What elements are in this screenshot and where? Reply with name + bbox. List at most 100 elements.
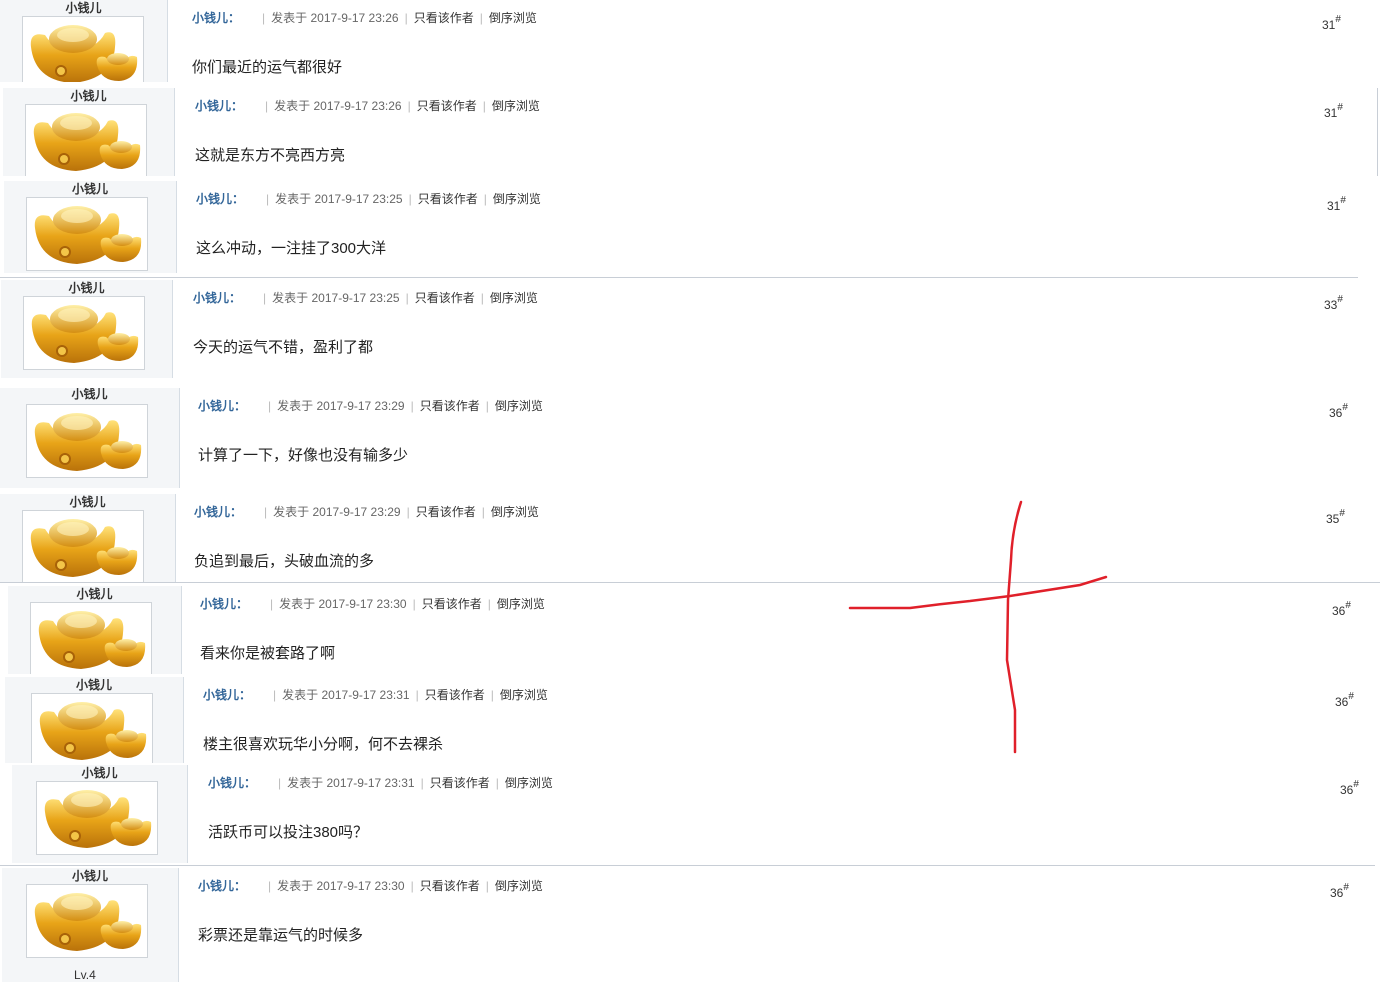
- post-content: 彩票还是靠运气的时候多: [198, 927, 364, 944]
- floor-number[interactable]: 36#: [1330, 882, 1349, 901]
- post-content: 负追到最后，头破血流的多: [194, 553, 375, 570]
- post-time: 2017-9-17 23:26: [310, 11, 399, 25]
- post-meta: 小钱儿： | 发表于 2017-9-17 23:26 | 只看该作者 | 倒序浏览: [192, 11, 537, 25]
- floor-number[interactable]: 36#: [1329, 402, 1348, 421]
- post-time: 2017-9-17 23:25: [311, 291, 400, 305]
- post-author-panel: 小钱儿: [0, 0, 168, 82]
- only-author-link[interactable]: 只看该作者: [422, 597, 482, 611]
- gold-ingot-icon: [34, 413, 142, 471]
- post-author-panel: 小钱儿: [1, 280, 173, 378]
- reverse-view-link[interactable]: 倒序浏览: [505, 776, 553, 790]
- only-author-link[interactable]: 只看该作者: [420, 399, 480, 413]
- floor-number[interactable]: 36#: [1332, 600, 1351, 619]
- author-name[interactable]: 小钱儿: [5, 678, 183, 692]
- author-name[interactable]: 小钱儿: [8, 587, 181, 601]
- post-time: 2017-9-17 23:30: [318, 597, 407, 611]
- post-author-panel: 小钱儿: [0, 388, 180, 488]
- post-username[interactable]: 小钱儿：: [192, 11, 240, 25]
- post-card: 小钱儿 小钱儿： | 发表于 2017-9-17 23:30 | 只看该作者 | 倒序浏览 …: [8, 586, 1368, 674]
- gold-ingot-icon: [34, 206, 142, 264]
- floor-number[interactable]: 31#: [1322, 14, 1341, 33]
- divider: [0, 277, 1358, 278]
- author-name[interactable]: 小钱儿: [0, 1, 167, 15]
- only-author-link[interactable]: 只看该作者: [416, 505, 476, 519]
- avatar[interactable]: [26, 197, 148, 271]
- floor-number[interactable]: 35#: [1326, 508, 1345, 527]
- floor-number[interactable]: 31#: [1324, 102, 1343, 121]
- author-name[interactable]: 小钱儿: [0, 495, 175, 509]
- post-author-panel: 小钱儿: [5, 677, 184, 763]
- gold-ingot-icon: [30, 519, 138, 577]
- gold-ingot-icon: [39, 702, 147, 760]
- author-name[interactable]: 小钱儿: [0, 388, 179, 401]
- only-author-link[interactable]: 只看该作者: [430, 776, 490, 790]
- author-name[interactable]: 小钱儿: [2, 869, 178, 883]
- post-author-panel: 小钱儿 Lv.4: [2, 868, 179, 982]
- only-author-link[interactable]: 只看该作者: [418, 192, 478, 206]
- only-author-link[interactable]: 只看该作者: [415, 291, 475, 305]
- avatar[interactable]: [26, 404, 148, 478]
- only-author-link[interactable]: 只看该作者: [414, 11, 474, 25]
- post-username[interactable]: 小钱儿：: [193, 291, 241, 305]
- post-username[interactable]: 小钱儿：: [200, 597, 248, 611]
- floor-number[interactable]: 31#: [1327, 195, 1346, 214]
- posted-prefix: 发表于: [279, 597, 316, 611]
- reverse-view-link[interactable]: 倒序浏览: [489, 11, 537, 25]
- gold-ingot-icon: [31, 305, 139, 363]
- reverse-view-link[interactable]: 倒序浏览: [493, 192, 541, 206]
- post-content: 活跃币可以投注380吗？: [208, 824, 369, 841]
- post-content: 这么冲动，一注挂了300大洋: [196, 240, 387, 257]
- post-username[interactable]: 小钱儿：: [203, 688, 251, 702]
- avatar[interactable]: [22, 16, 144, 82]
- posted-prefix: 发表于: [282, 688, 319, 702]
- gold-ingot-icon: [38, 611, 146, 669]
- avatar[interactable]: [25, 104, 147, 176]
- reverse-view-link[interactable]: 倒序浏览: [492, 99, 540, 113]
- post-time: 2017-9-17 23:31: [321, 688, 410, 702]
- post-username[interactable]: 小钱儿：: [208, 776, 256, 790]
- post-author-panel: 小钱儿: [0, 494, 176, 582]
- reverse-view-link[interactable]: 倒序浏览: [497, 597, 545, 611]
- post-card: 小钱儿 Lv.4 小钱儿： | 发表于 2017-9-17 23:30 | 只看该作者 |…: [2, 868, 1362, 982]
- reverse-view-link[interactable]: 倒序浏览: [491, 505, 539, 519]
- floor-number[interactable]: 33#: [1324, 294, 1343, 313]
- post-meta: 小钱儿： | 发表于 2017-9-17 23:31 | 只看该作者 | 倒序浏览: [203, 688, 548, 702]
- post-username[interactable]: 小钱儿：: [196, 192, 244, 206]
- avatar[interactable]: [23, 296, 145, 370]
- post-username[interactable]: 小钱儿：: [195, 99, 243, 113]
- floor-number[interactable]: 36#: [1340, 779, 1359, 798]
- user-level: Lv.4: [74, 968, 96, 982]
- post-author-panel: 小钱儿: [12, 765, 188, 863]
- reverse-view-link[interactable]: 倒序浏览: [495, 399, 543, 413]
- posted-prefix: 发表于: [277, 399, 314, 413]
- avatar[interactable]: [31, 693, 153, 763]
- post-content: 今天的运气不错，盈利了都: [193, 339, 374, 356]
- floor-number[interactable]: 36#: [1335, 691, 1354, 710]
- posted-prefix: 发表于: [274, 99, 311, 113]
- reverse-view-link[interactable]: 倒序浏览: [490, 291, 538, 305]
- author-name[interactable]: 小钱儿: [1, 281, 172, 295]
- post-username[interactable]: 小钱儿：: [198, 879, 246, 893]
- post-meta: 小钱儿： | 发表于 2017-9-17 23:31 | 只看该作者 | 倒序浏览: [208, 776, 553, 790]
- avatar[interactable]: [36, 781, 158, 855]
- avatar[interactable]: [22, 510, 144, 582]
- post-card: 小钱儿 小钱儿： | 发表于 2017-9-17 23:25 | 只看该作者 | 倒序浏览 …: [4, 181, 1364, 273]
- author-name[interactable]: 小钱儿: [3, 89, 174, 103]
- only-author-link[interactable]: 只看该作者: [425, 688, 485, 702]
- post-author-panel: 小钱儿: [3, 88, 175, 176]
- only-author-link[interactable]: 只看该作者: [420, 879, 480, 893]
- post-meta: 小钱儿： | 发表于 2017-9-17 23:29 | 只看该作者 | 倒序浏览: [198, 399, 543, 413]
- post-content: 看来你是被套路了啊: [200, 645, 336, 662]
- only-author-link[interactable]: 只看该作者: [417, 99, 477, 113]
- post-username[interactable]: 小钱儿：: [194, 505, 242, 519]
- divider: [0, 582, 1380, 583]
- avatar[interactable]: [30, 602, 152, 674]
- post-card: 小钱儿 小钱儿： | 发表于 2017-9-17 23:29 | 只看该作者 | 倒序浏览 …: [0, 494, 1360, 582]
- post-username[interactable]: 小钱儿：: [198, 399, 246, 413]
- reverse-view-link[interactable]: 倒序浏览: [495, 879, 543, 893]
- author-name[interactable]: 小钱儿: [12, 766, 187, 780]
- post-meta: 小钱儿： | 发表于 2017-9-17 23:30 | 只看该作者 | 倒序浏览: [198, 879, 543, 893]
- author-name[interactable]: 小钱儿: [4, 182, 176, 196]
- avatar[interactable]: [26, 884, 148, 958]
- reverse-view-link[interactable]: 倒序浏览: [500, 688, 548, 702]
